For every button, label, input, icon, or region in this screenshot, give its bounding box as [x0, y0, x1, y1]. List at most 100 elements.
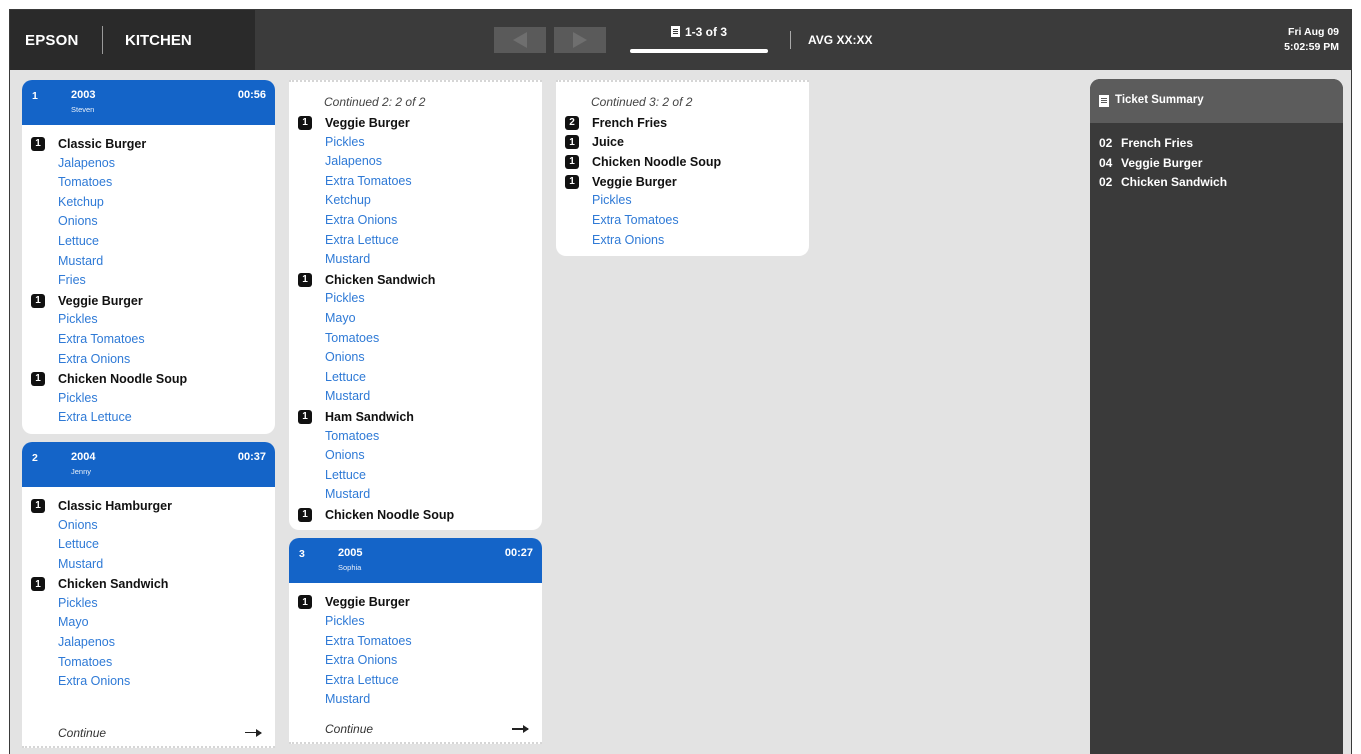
- brand-divider: [102, 26, 103, 54]
- order-item[interactable]: 1 Chicken Sandwich: [22, 574, 275, 594]
- top-bar: EPSON KITCHEN 1-3 of 3 AVG XX:XX Fri Aug…: [10, 10, 1351, 70]
- ticket-position: 2: [32, 451, 38, 464]
- next-page-button[interactable]: [554, 27, 606, 53]
- item-modifier: Pickles: [592, 193, 632, 208]
- order-item[interactable]: 1 Classic Burger: [22, 134, 275, 154]
- item-modifier: Mustard: [325, 692, 371, 707]
- item-modifier: Lettuce: [325, 369, 367, 384]
- item-modifier: Extra Tomatoes: [58, 331, 145, 346]
- item-name: Veggie Burger: [325, 115, 410, 130]
- ticket-card[interactable]: 2 2004 Jenny 00:37 1 Classic Hamburger Onions L…: [22, 441, 275, 748]
- ticket-header[interactable]: 3 2005 Sophia 00:27: [289, 538, 542, 584]
- summary-item-name: Chicken Sandwich: [1121, 175, 1228, 189]
- item-modifier: Pickles: [325, 614, 365, 629]
- item-quantity: 1: [31, 371, 45, 386]
- item-modifier: Pickles: [58, 312, 98, 327]
- item-modifier: Tomatoes: [58, 175, 113, 190]
- page-indicator-underline: [630, 49, 768, 53]
- ticket-header[interactable]: 1 2003 Steven 00:56: [22, 80, 275, 125]
- ticket-position: 3: [299, 548, 305, 561]
- continue-button[interactable]: Continue: [289, 718, 542, 742]
- summary-quantity: 02: [1099, 175, 1113, 189]
- item-quantity: 1: [31, 293, 45, 308]
- item-modifier: Onions: [58, 517, 98, 532]
- item-name: Veggie Burger: [325, 595, 410, 610]
- server-name: Sophia: [338, 563, 362, 573]
- item-modifier: Extra Tomatoes: [325, 633, 412, 648]
- elapsed-time: 00:56: [237, 89, 266, 101]
- kds-screen: EPSON KITCHEN 1-3 of 3 AVG XX:XX Fri Aug…: [9, 9, 1352, 754]
- summary-row[interactable]: 04 Veggie Burger: [1099, 154, 1343, 174]
- server-name: Steven: [71, 105, 95, 114]
- item-name: Chicken Noodle Soup: [325, 507, 455, 522]
- ticket-number: 2005: [338, 547, 363, 560]
- item-modifier: Jalapenos: [58, 155, 115, 170]
- elapsed-time: 00:37: [237, 450, 266, 463]
- item-modifier: Extra Onions: [58, 674, 131, 689]
- item-modifier: Pickles: [58, 595, 98, 610]
- order-item[interactable]: 1 Veggie Burger: [289, 592, 542, 612]
- item-quantity: 1: [565, 174, 579, 189]
- item-modifier: Tomatoes: [325, 330, 380, 345]
- continue-label: Continue: [325, 722, 374, 737]
- order-item[interactable]: 1 Chicken Noodle Soup: [22, 369, 275, 389]
- summary-quantity: 02: [1099, 136, 1113, 150]
- summary-item-name: Veggie Burger: [1121, 155, 1203, 170]
- summary-row[interactable]: 02 French Fries: [1099, 134, 1343, 154]
- order-item[interactable]: 1 Ham Sandwich: [289, 407, 542, 427]
- clock-time: 5:02:59 PM: [1284, 41, 1339, 53]
- ticket-card[interactable]: 1 2003 Steven 00:56 1 Classic Burger Jalapenos…: [22, 80, 275, 434]
- item-name: Chicken Sandwich: [58, 577, 169, 592]
- item-name: Ham Sandwich: [325, 409, 414, 424]
- item-modifier: Extra Tomatoes: [592, 212, 679, 227]
- item-modifier: Mustard: [325, 487, 371, 502]
- item-modifier: Pickles: [325, 134, 365, 149]
- item-quantity: 1: [298, 595, 312, 610]
- item-modifier: Extra Tomatoes: [325, 173, 412, 188]
- order-item[interactable]: 1 Classic Hamburger: [22, 496, 275, 516]
- item-modifier: Extra Lettuce: [325, 672, 399, 687]
- clock: Fri Aug 09 5:02:59 PM: [1284, 25, 1339, 55]
- summary-row[interactable]: 02 Chicken Sandwich: [1099, 173, 1343, 193]
- order-item[interactable]: 1 Juice: [556, 133, 809, 153]
- ticket-number: 2004: [71, 450, 96, 463]
- ticket-header[interactable]: 2 2004 Jenny 00:37: [22, 441, 275, 487]
- prev-page-button[interactable]: [494, 27, 546, 53]
- item-modifier: Extra Onions: [592, 232, 665, 247]
- ticket-summary-list: 02 French Fries 04 Veggie Burger 02 Chicken S…: [1090, 123, 1343, 193]
- triangle-right-icon: [573, 32, 587, 48]
- order-item[interactable]: 1 Veggie Burger: [556, 172, 809, 192]
- item-name: Chicken Sandwich: [325, 272, 436, 287]
- order-item[interactable]: 1 Chicken Noodle Soup: [556, 152, 809, 172]
- ticket-card[interactable]: Continued 2: 2 of 2 1 Veggie Burger Pickles…: [289, 80, 542, 531]
- order-item[interactable]: 1 Chicken Sandwich: [289, 270, 542, 290]
- item-name: Juice: [592, 135, 624, 150]
- item-modifier: Tomatoes: [58, 654, 113, 669]
- item-quantity: 1: [298, 115, 312, 130]
- arrow-right-icon: [245, 729, 262, 736]
- item-name: Veggie Burger: [58, 293, 143, 308]
- order-item[interactable]: 2 French Fries: [556, 113, 809, 133]
- continue-button[interactable]: Continue: [22, 722, 275, 746]
- ticket-card[interactable]: 3 2005 Sophia 00:27 1 Veggie Burger Pickles Ext…: [289, 538, 542, 745]
- item-quantity: 1: [31, 498, 45, 513]
- item-modifier: Extra Lettuce: [325, 232, 399, 247]
- item-name: Veggie Burger: [592, 174, 677, 189]
- order-item[interactable]: 1 Chicken Noodle Soup: [289, 505, 542, 525]
- item-modifier: Pickles: [58, 390, 98, 405]
- item-quantity: 1: [31, 577, 45, 592]
- item-modifier: Mayo: [325, 310, 356, 325]
- item-modifier: Extra Onions: [325, 653, 398, 668]
- item-modifier: Lettuce: [58, 537, 100, 552]
- ticket-card[interactable]: Continued 3: 2 of 2 2 French Fries 1 Juice 1 C…: [556, 80, 809, 257]
- order-item[interactable]: 1 Veggie Burger: [22, 291, 275, 311]
- station-name: KITCHEN: [125, 32, 192, 49]
- item-quantity: 2: [565, 115, 579, 130]
- order-item[interactable]: 1 Veggie Burger: [289, 113, 542, 133]
- item-quantity: 1: [565, 135, 579, 150]
- item-modifier: Mustard: [325, 252, 371, 267]
- ticket-summary-title: Ticket Summary: [1115, 94, 1204, 106]
- item-modifier: Onions: [325, 448, 365, 463]
- item-modifier: Extra Onions: [58, 351, 131, 366]
- page-indicator-text: 1-3 of 3: [684, 25, 727, 39]
